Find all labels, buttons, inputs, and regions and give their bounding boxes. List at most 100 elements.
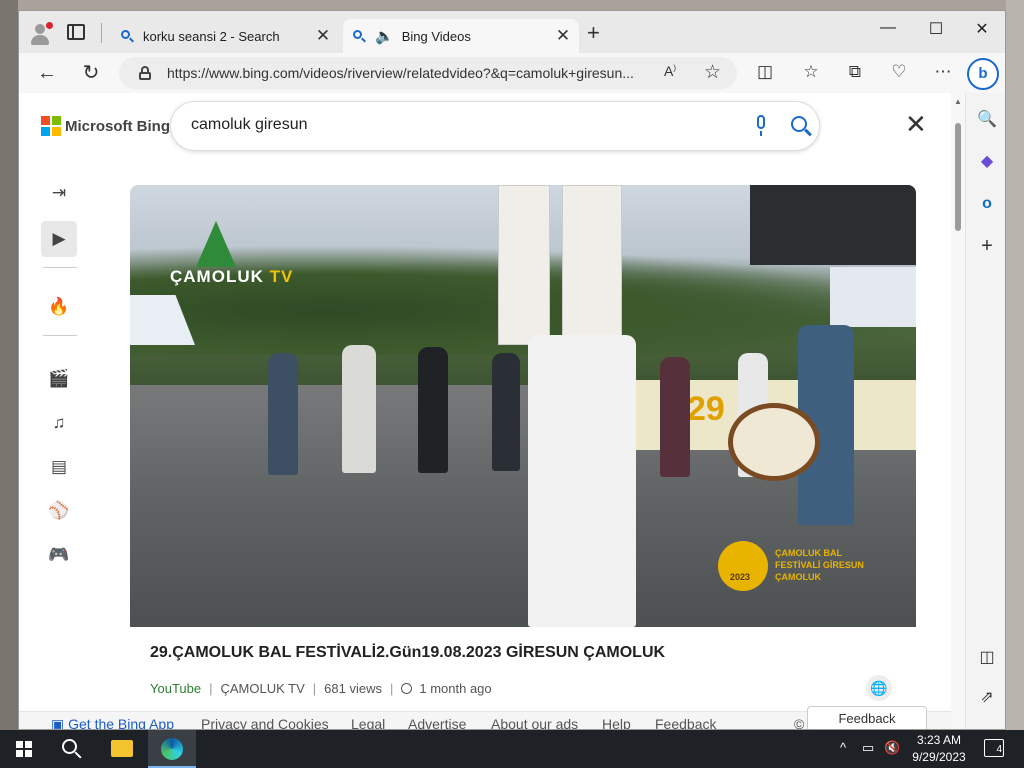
lock-icon[interactable] xyxy=(139,66,151,80)
bing-logo[interactable]: Microsoft Bing xyxy=(41,116,170,136)
external-link-icon[interactable]: ⇗ xyxy=(974,685,1000,711)
navigation-toolbar: ← ↻ https://www.bing.com/videos/rivervie… xyxy=(19,53,1005,93)
video-player[interactable]: 29 ÇAMOLUK TV 2023 ÇAMOLUK BAL FESTİVALİ… xyxy=(130,185,916,627)
video-icon[interactable]: ▶ xyxy=(41,221,77,257)
tab-korku-search[interactable]: korku seansi 2 - Search ✕ xyxy=(111,19,339,53)
dancer xyxy=(492,353,520,471)
video-banner xyxy=(498,185,550,345)
meta-separator: | xyxy=(389,681,394,696)
zurna-player xyxy=(528,335,636,627)
help-link[interactable]: Help xyxy=(602,716,631,729)
sports-ball-icon[interactable]: ⚾ xyxy=(41,493,77,529)
windows-taskbar: ^ ▭ 🔇 3:23 AM 9/29/2023 4 xyxy=(0,730,1024,768)
refresh-button[interactable]: ↻ xyxy=(77,60,105,86)
favorite-star-icon[interactable]: ☆ xyxy=(704,61,721,84)
logo-text: Microsoft Bing xyxy=(65,117,170,135)
back-button[interactable]: ← xyxy=(33,60,61,86)
close-icon[interactable]: ✕ xyxy=(905,111,927,137)
tab-bing-videos[interactable]: 🔈 Bing Videos ✕ xyxy=(343,19,579,53)
scrollbar-thumb[interactable] xyxy=(955,123,961,231)
camoluk-tv-watermark: ÇAMOLUK TV xyxy=(170,267,294,286)
dancer xyxy=(660,357,690,477)
legal-link[interactable]: Legal xyxy=(351,716,385,729)
collections-icon[interactable]: ⧉ xyxy=(843,62,867,82)
copilot-icon[interactable]: b xyxy=(967,58,999,90)
meta-separator: | xyxy=(312,681,317,696)
read-aloud-icon[interactable]: A) xyxy=(664,63,676,79)
taskbar-clock[interactable]: 3:23 AM 9/29/2023 xyxy=(904,732,974,766)
desktop-background xyxy=(0,0,1024,10)
music-note-icon[interactable]: ♫ xyxy=(41,405,77,441)
close-window-button[interactable]: ✕ xyxy=(967,19,997,39)
tab-close-button[interactable]: ✕ xyxy=(313,26,333,46)
globe-icon[interactable]: 🌐 xyxy=(866,675,892,701)
tab-actions-icon[interactable] xyxy=(67,24,85,40)
movies-clapper-icon[interactable]: 🎬 xyxy=(41,361,77,397)
drum xyxy=(728,403,820,481)
browser-essentials-icon[interactable]: ♡ xyxy=(887,62,911,82)
search-icon[interactable] xyxy=(791,114,812,138)
speaker-icon[interactable]: 🔈 xyxy=(375,27,394,45)
outlook-icon[interactable]: o xyxy=(974,191,1000,217)
favorites-icon[interactable]: ☆ xyxy=(799,62,823,82)
search-input[interactable] xyxy=(191,116,731,134)
tab-label: korku seansi 2 - Search xyxy=(143,28,280,44)
browser-window: korku seansi 2 - Search ✕ 🔈 Bing Videos … xyxy=(18,10,1006,730)
file-explorer-icon[interactable] xyxy=(98,730,146,768)
edge-browser-icon[interactable] xyxy=(148,730,196,768)
video-views: 681 views xyxy=(324,681,382,696)
maximize-button[interactable]: ☐ xyxy=(921,19,951,39)
search-icon xyxy=(353,30,365,42)
address-bar[interactable]: https://www.bing.com/videos/riverview/re… xyxy=(119,57,737,89)
url-text[interactable]: https://www.bing.com/videos/riverview/re… xyxy=(167,65,667,81)
feedback-button[interactable]: Feedback xyxy=(807,706,927,729)
edge-sidebar: 🔍 ◆ o + ◫ ⇗ xyxy=(965,93,1005,729)
advertise-link[interactable]: Advertise xyxy=(408,716,466,729)
dancer xyxy=(268,353,298,475)
minimize-button[interactable]: — xyxy=(873,19,903,37)
video-channel[interactable]: ÇAMOLUK TV xyxy=(220,681,304,696)
about-ads-link[interactable]: About our ads xyxy=(491,716,578,729)
video-banner xyxy=(562,185,622,345)
page-scrollbar[interactable]: ▲ xyxy=(951,93,965,729)
privacy-link[interactable]: Privacy and Cookies xyxy=(201,716,329,729)
microphone-icon[interactable] xyxy=(755,115,767,137)
tab-bar: korku seansi 2 - Search ✕ 🔈 Bing Videos … xyxy=(19,11,1005,53)
more-options-icon[interactable]: ⋯ xyxy=(931,62,955,82)
add-icon[interactable]: + xyxy=(974,233,1000,259)
profile-icon[interactable] xyxy=(27,21,53,47)
gaming-controller-icon[interactable]: 🎮 xyxy=(41,537,77,573)
trending-fire-icon[interactable]: 🔥 xyxy=(41,289,77,325)
show-hidden-icons-icon[interactable]: ^ xyxy=(840,740,846,755)
video-stage-board xyxy=(830,267,916,327)
search-icon[interactable]: 🔍 xyxy=(974,107,1000,133)
camoluk-tree-logo xyxy=(196,221,236,267)
video-card: 29 ÇAMOLUK TV 2023 ÇAMOLUK BAL FESTİVALİ… xyxy=(130,185,916,729)
split-screen-icon[interactable]: ◫ xyxy=(753,62,777,82)
clock-time: 3:23 AM xyxy=(916,733,962,747)
desktop-right-edge xyxy=(1006,0,1024,730)
copilot-sidebar-icon[interactable]: ◆ xyxy=(974,149,1000,175)
video-source[interactable]: YouTube xyxy=(150,681,201,696)
expand-panel-icon[interactable]: ⇥ xyxy=(41,175,77,211)
search-box[interactable] xyxy=(170,101,820,151)
copyright-text: © xyxy=(794,716,805,730)
profile-head-shape xyxy=(35,24,45,34)
video-age: 1 month ago xyxy=(419,681,492,696)
feedback-link[interactable]: Feedback xyxy=(655,716,716,729)
video-title[interactable]: 29.ÇAMOLUK BAL FESTİVALİ2.Gün19.08.2023 … xyxy=(150,644,665,662)
start-button[interactable] xyxy=(16,741,32,757)
taskbar-search-icon[interactable] xyxy=(60,737,84,761)
scroll-up-arrow-icon[interactable]: ▲ xyxy=(954,97,962,106)
get-bing-app-link[interactable]: ▣ Get the Bing App xyxy=(51,716,174,729)
volume-icon[interactable]: 🔇 xyxy=(884,740,900,756)
notification-center-icon[interactable]: 4 xyxy=(984,739,1004,757)
tab-label: Bing Videos xyxy=(401,28,471,44)
network-icon[interactable]: ▭ xyxy=(862,740,874,756)
dancer xyxy=(418,347,448,473)
search-icon xyxy=(121,30,133,42)
sidebar-toggle-icon[interactable]: ◫ xyxy=(974,645,1000,671)
news-icon[interactable]: ▤ xyxy=(41,449,77,485)
tab-close-button[interactable]: ✕ xyxy=(553,26,573,46)
new-tab-button[interactable]: + xyxy=(587,22,600,44)
